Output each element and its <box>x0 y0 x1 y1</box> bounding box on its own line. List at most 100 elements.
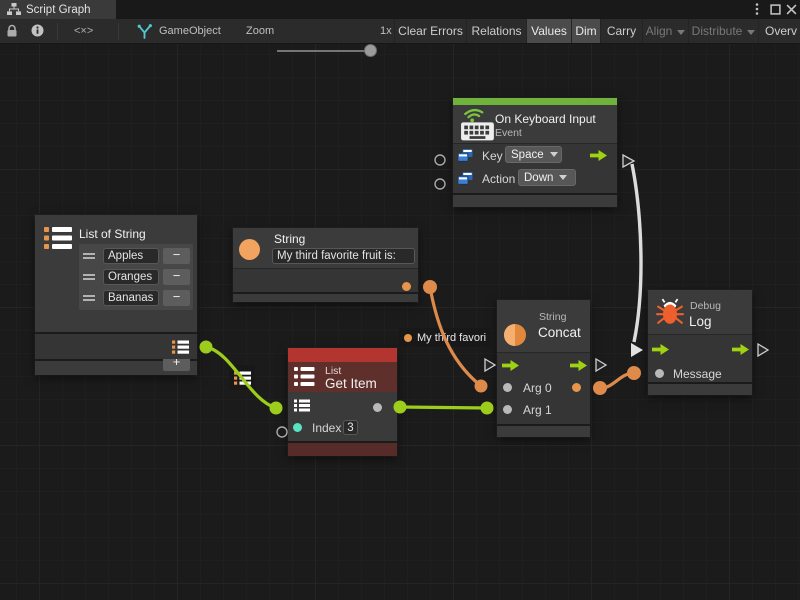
debug-log-node[interactable]: Debug Log Message <box>648 290 752 395</box>
caret-down-icon <box>747 30 755 35</box>
flow-out-arrow-icon[interactable] <box>570 360 587 371</box>
info-icon[interactable] <box>31 24 44 37</box>
tab-title: Script Graph <box>26 4 91 16</box>
get-item-footer <box>288 443 397 456</box>
key-dropdown[interactable]: Space <box>505 146 562 163</box>
error-accent-bar <box>288 348 397 362</box>
concat-flow-out-triangle[interactable] <box>596 359 606 371</box>
get-item-header: List Get Item <box>288 362 397 392</box>
action-dropdown-value: Down <box>524 172 553 184</box>
clear-errors-button[interactable]: Clear Errors <box>394 19 466 43</box>
keyboard-node-body: Key Space Action Down <box>453 143 617 193</box>
wire-getitem-to-arg1[interactable] <box>400 407 487 408</box>
event-accent-bar <box>453 98 617 105</box>
overview-button[interactable]: Overv <box>758 19 800 43</box>
wire-endpoint[interactable] <box>593 381 607 395</box>
string-value-dot-icon <box>404 334 412 342</box>
code-view-icon[interactable]: <×> <box>74 25 93 37</box>
lock-icon[interactable] <box>6 24 18 38</box>
string-output-port[interactable] <box>402 282 411 291</box>
align-label: Align <box>646 24 673 38</box>
message-input-port[interactable] <box>655 369 664 378</box>
list-node-body <box>35 334 197 359</box>
list-input-port-icon[interactable] <box>294 399 310 412</box>
list-item-field[interactable]: Oranges <box>103 269 159 285</box>
list-output-port-icon[interactable] <box>172 340 189 354</box>
dim-button[interactable]: Dim <box>571 19 600 43</box>
wire-endpoint[interactable] <box>270 402 283 415</box>
carry-button[interactable]: Carry <box>600 19 642 43</box>
flow-out-arrow-icon[interactable] <box>590 150 607 161</box>
index-unconnected-port[interactable] <box>277 427 287 437</box>
arg0-input-port[interactable] <box>503 383 512 392</box>
zoom-slider-track[interactable] <box>277 50 365 52</box>
list-item-field[interactable]: Apples <box>103 248 159 264</box>
list-value-chip <box>229 365 255 390</box>
item-output-port[interactable] <box>373 403 382 412</box>
zoom-slider-handle[interactable] <box>364 44 377 57</box>
wire-endpoint[interactable] <box>627 366 641 380</box>
concat-node[interactable]: String Concat Arg 0 Arg 1 <box>497 300 590 437</box>
caret-down-icon <box>677 30 685 35</box>
arg1-port-label: Arg 1 <box>523 403 552 417</box>
graph-icon <box>7 3 21 16</box>
get-item-node[interactable]: List Get Item Index 3 <box>288 348 397 456</box>
caret-down-icon <box>550 152 558 157</box>
drag-handle-icon[interactable] <box>83 271 95 283</box>
list-editor: Apples − Oranges − Bananas − <box>79 244 193 310</box>
input-binding-icon <box>458 149 473 162</box>
log-flow-out-triangle[interactable] <box>758 344 768 356</box>
list-item-row: Oranges − <box>83 267 190 287</box>
drag-handle-icon[interactable] <box>83 250 95 262</box>
distribute-label: Distribute <box>692 24 743 38</box>
distribute-button[interactable]: Distribute <box>688 19 758 43</box>
string-literal-node[interactable]: String My third favorite fruit is: <box>233 228 418 302</box>
wire-endpoint[interactable] <box>475 380 488 393</box>
wire-flow-keyboard-to-log[interactable] <box>632 164 641 342</box>
index-input-port[interactable] <box>293 423 302 432</box>
index-value-field[interactable]: 3 <box>343 420 358 435</box>
drag-handle-icon[interactable] <box>83 292 95 304</box>
arg1-input-port[interactable] <box>503 405 512 414</box>
string-value-chip: My third favorite fr... <box>399 328 491 347</box>
relations-button[interactable]: Relations <box>466 19 526 43</box>
concat-flow-in-triangle[interactable] <box>485 359 495 371</box>
wire-concat-to-message[interactable] <box>600 373 634 388</box>
node-title: Concat <box>538 325 581 340</box>
zoom-value: 1x <box>380 25 392 37</box>
align-button[interactable]: Align <box>642 19 688 43</box>
maximize-icon[interactable] <box>768 2 782 16</box>
list-item-field[interactable]: Bananas <box>103 290 159 306</box>
string-node-header: String My third favorite fruit is: <box>233 228 418 268</box>
node-subtitle: Event <box>495 127 522 139</box>
action-dropdown[interactable]: Down <box>518 169 576 186</box>
tab-script-graph[interactable]: Script Graph <box>0 0 116 19</box>
index-port-label: Index <box>312 421 341 435</box>
toolbar-separator <box>57 23 58 40</box>
flow-in-arrow-icon[interactable] <box>502 360 519 371</box>
flow-out-arrow-icon[interactable] <box>732 344 749 355</box>
action-unconnected-port[interactable] <box>435 179 445 189</box>
wire-endpoint[interactable] <box>481 402 494 415</box>
list-node-header: List of String Apples − Oranges − Ban <box>35 215 197 332</box>
wire-endpoint[interactable] <box>200 341 213 354</box>
keyboard-flow-out-triangle[interactable] <box>623 155 634 167</box>
close-icon[interactable] <box>784 2 798 16</box>
values-button[interactable]: Values <box>526 19 571 43</box>
list-of-string-node[interactable]: List of String Apples − Oranges − Ban <box>35 215 197 375</box>
wire-endpoint[interactable] <box>423 280 437 294</box>
graph-canvas[interactable]: On Keyboard Input Event Key Space <box>0 44 800 600</box>
string-value-field[interactable]: My third favorite fruit is: <box>272 248 415 264</box>
result-output-port[interactable] <box>572 383 581 392</box>
flow-in-arrow-icon[interactable] <box>652 344 669 355</box>
on-keyboard-input-node[interactable]: On Keyboard Input Event Key Space <box>453 98 617 207</box>
more-menu-icon[interactable] <box>750 2 764 16</box>
unity-visual-scripting-window: On Keyboard Input Event Key Space <box>0 0 800 600</box>
remove-item-button[interactable]: − <box>163 248 190 264</box>
remove-item-button[interactable]: − <box>163 269 190 285</box>
key-unconnected-port[interactable] <box>435 155 445 165</box>
remove-item-button[interactable]: − <box>163 290 190 306</box>
arg0-port-label: Arg 0 <box>523 381 552 395</box>
caret-down-icon <box>559 175 567 180</box>
log-header: Debug Log <box>648 290 752 334</box>
